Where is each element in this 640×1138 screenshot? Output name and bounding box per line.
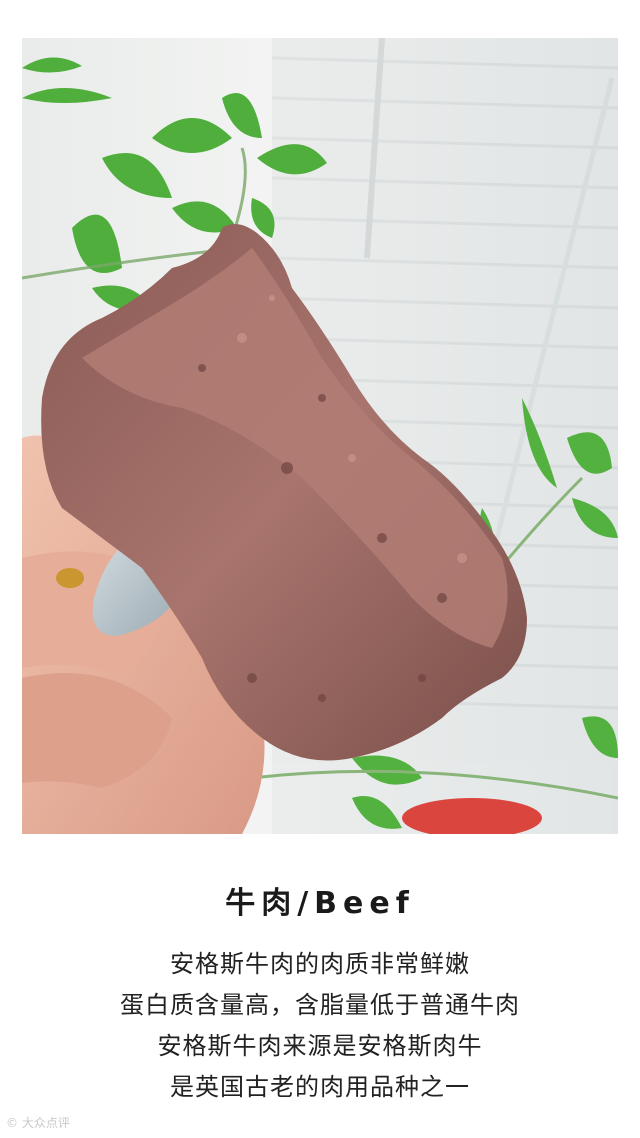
section-title: 牛肉/Beef [225, 886, 415, 921]
food-photo [22, 38, 618, 834]
description-line: 是英国古老的肉用品种之一 [170, 1073, 470, 1101]
description: 安格斯牛肉的肉质非常鲜嫩 蛋白质含量高，含脂量低于普通牛肉 安格斯牛肉来源是安格… [0, 944, 640, 1108]
description-line: 安格斯牛肉的肉质非常鲜嫩 [170, 950, 470, 978]
watermark: © 大众点评 [6, 1116, 70, 1130]
beef-photo-illustration [22, 38, 618, 834]
description-line: 安格斯牛肉来源是安格斯肉牛 [157, 1032, 483, 1060]
description-line: 蛋白质含量高，含脂量低于普通牛肉 [120, 991, 520, 1019]
